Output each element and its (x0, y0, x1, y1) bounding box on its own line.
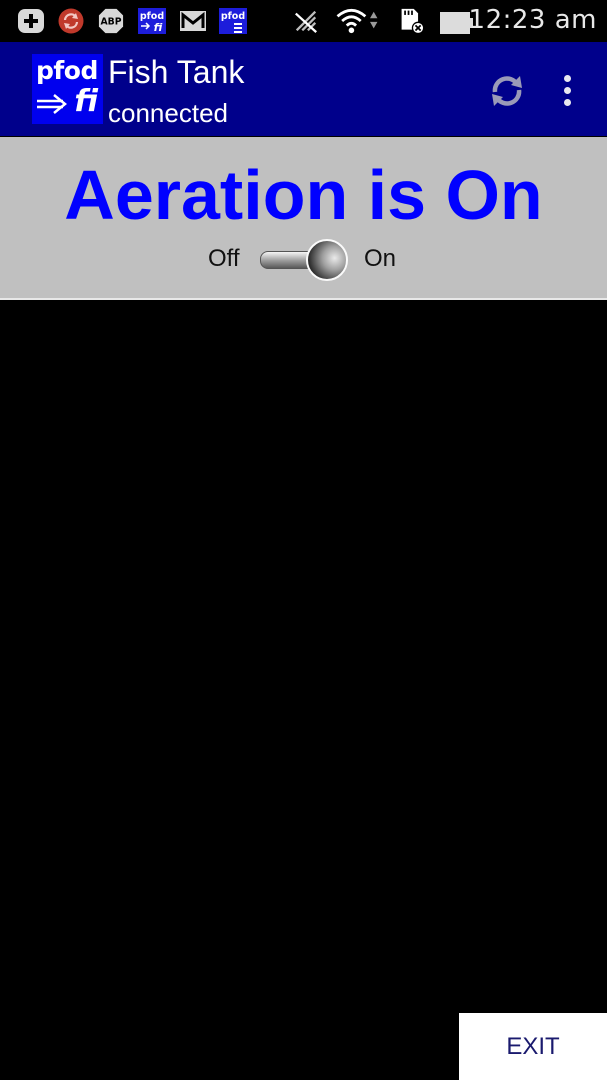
toggle-on-label: On (364, 245, 397, 272)
logo-text-bottom: fi (74, 84, 98, 119)
logo-arrow-icon (37, 94, 67, 114)
overflow-menu-icon[interactable] (556, 72, 578, 108)
aeration-panel: Aeration is On Off On (0, 137, 607, 298)
toggle-knob[interactable] (306, 239, 348, 281)
exit-button[interactable]: EXIT (459, 1013, 607, 1080)
svg-text:pfod: pfod (221, 11, 245, 22)
connection-status: connected (108, 98, 228, 128)
toggle-off-label: Off (208, 245, 240, 272)
abp-icon: ABP (98, 8, 124, 34)
aeration-toggle-switch[interactable] (258, 239, 350, 281)
app-title: Fish Tank (108, 54, 245, 90)
status-time: 12:23 am (468, 5, 597, 35)
add-icon (18, 9, 44, 33)
gmail-icon (180, 11, 206, 31)
status-bar: ABP pfod fi pfod 12:23 am (0, 0, 607, 42)
no-data-icon (295, 10, 317, 34)
panel-divider (0, 298, 607, 300)
svg-text:fi: fi (154, 21, 163, 34)
wifi-icon (336, 8, 378, 34)
app-bar: pfod fi Fish Tank connected (0, 42, 607, 136)
aeration-status-title: Aeration is On (64, 156, 543, 234)
svg-text:ABP: ABP (100, 17, 121, 28)
logo-text-top: pfod (36, 56, 98, 85)
aeration-toggle-row: Off On (0, 237, 607, 281)
screen: ABP pfod fi pfod 12:23 am pfod fi Fish T… (0, 0, 607, 1080)
sdcard-error-icon (401, 8, 425, 34)
pfodfi-notification-icon: pfod fi (138, 8, 166, 34)
pfod-notification-icon: pfod (219, 8, 247, 34)
sync-app-icon (58, 8, 84, 34)
app-logo: pfod fi (32, 54, 103, 124)
refresh-icon[interactable] (486, 70, 528, 112)
